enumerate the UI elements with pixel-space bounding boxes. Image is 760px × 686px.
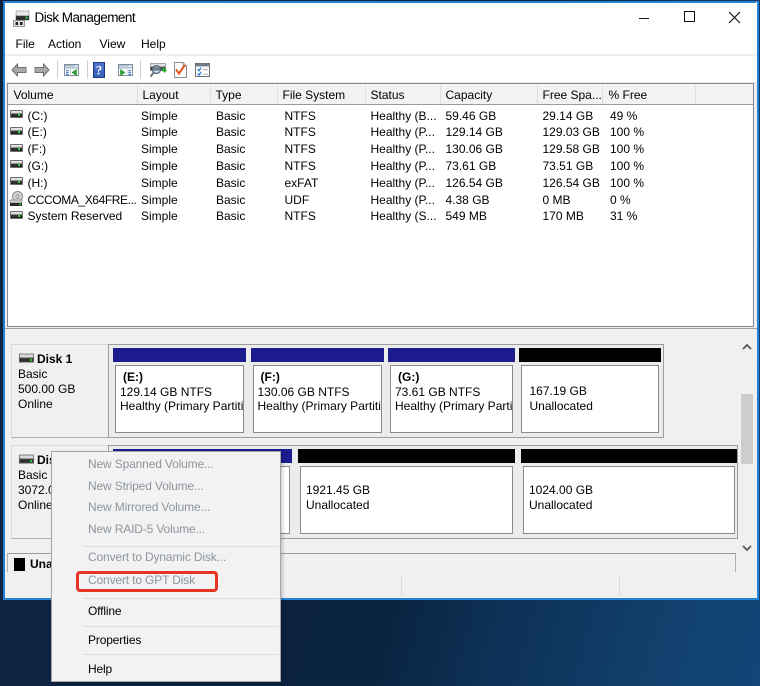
svg-text:?: ? xyxy=(95,62,102,77)
